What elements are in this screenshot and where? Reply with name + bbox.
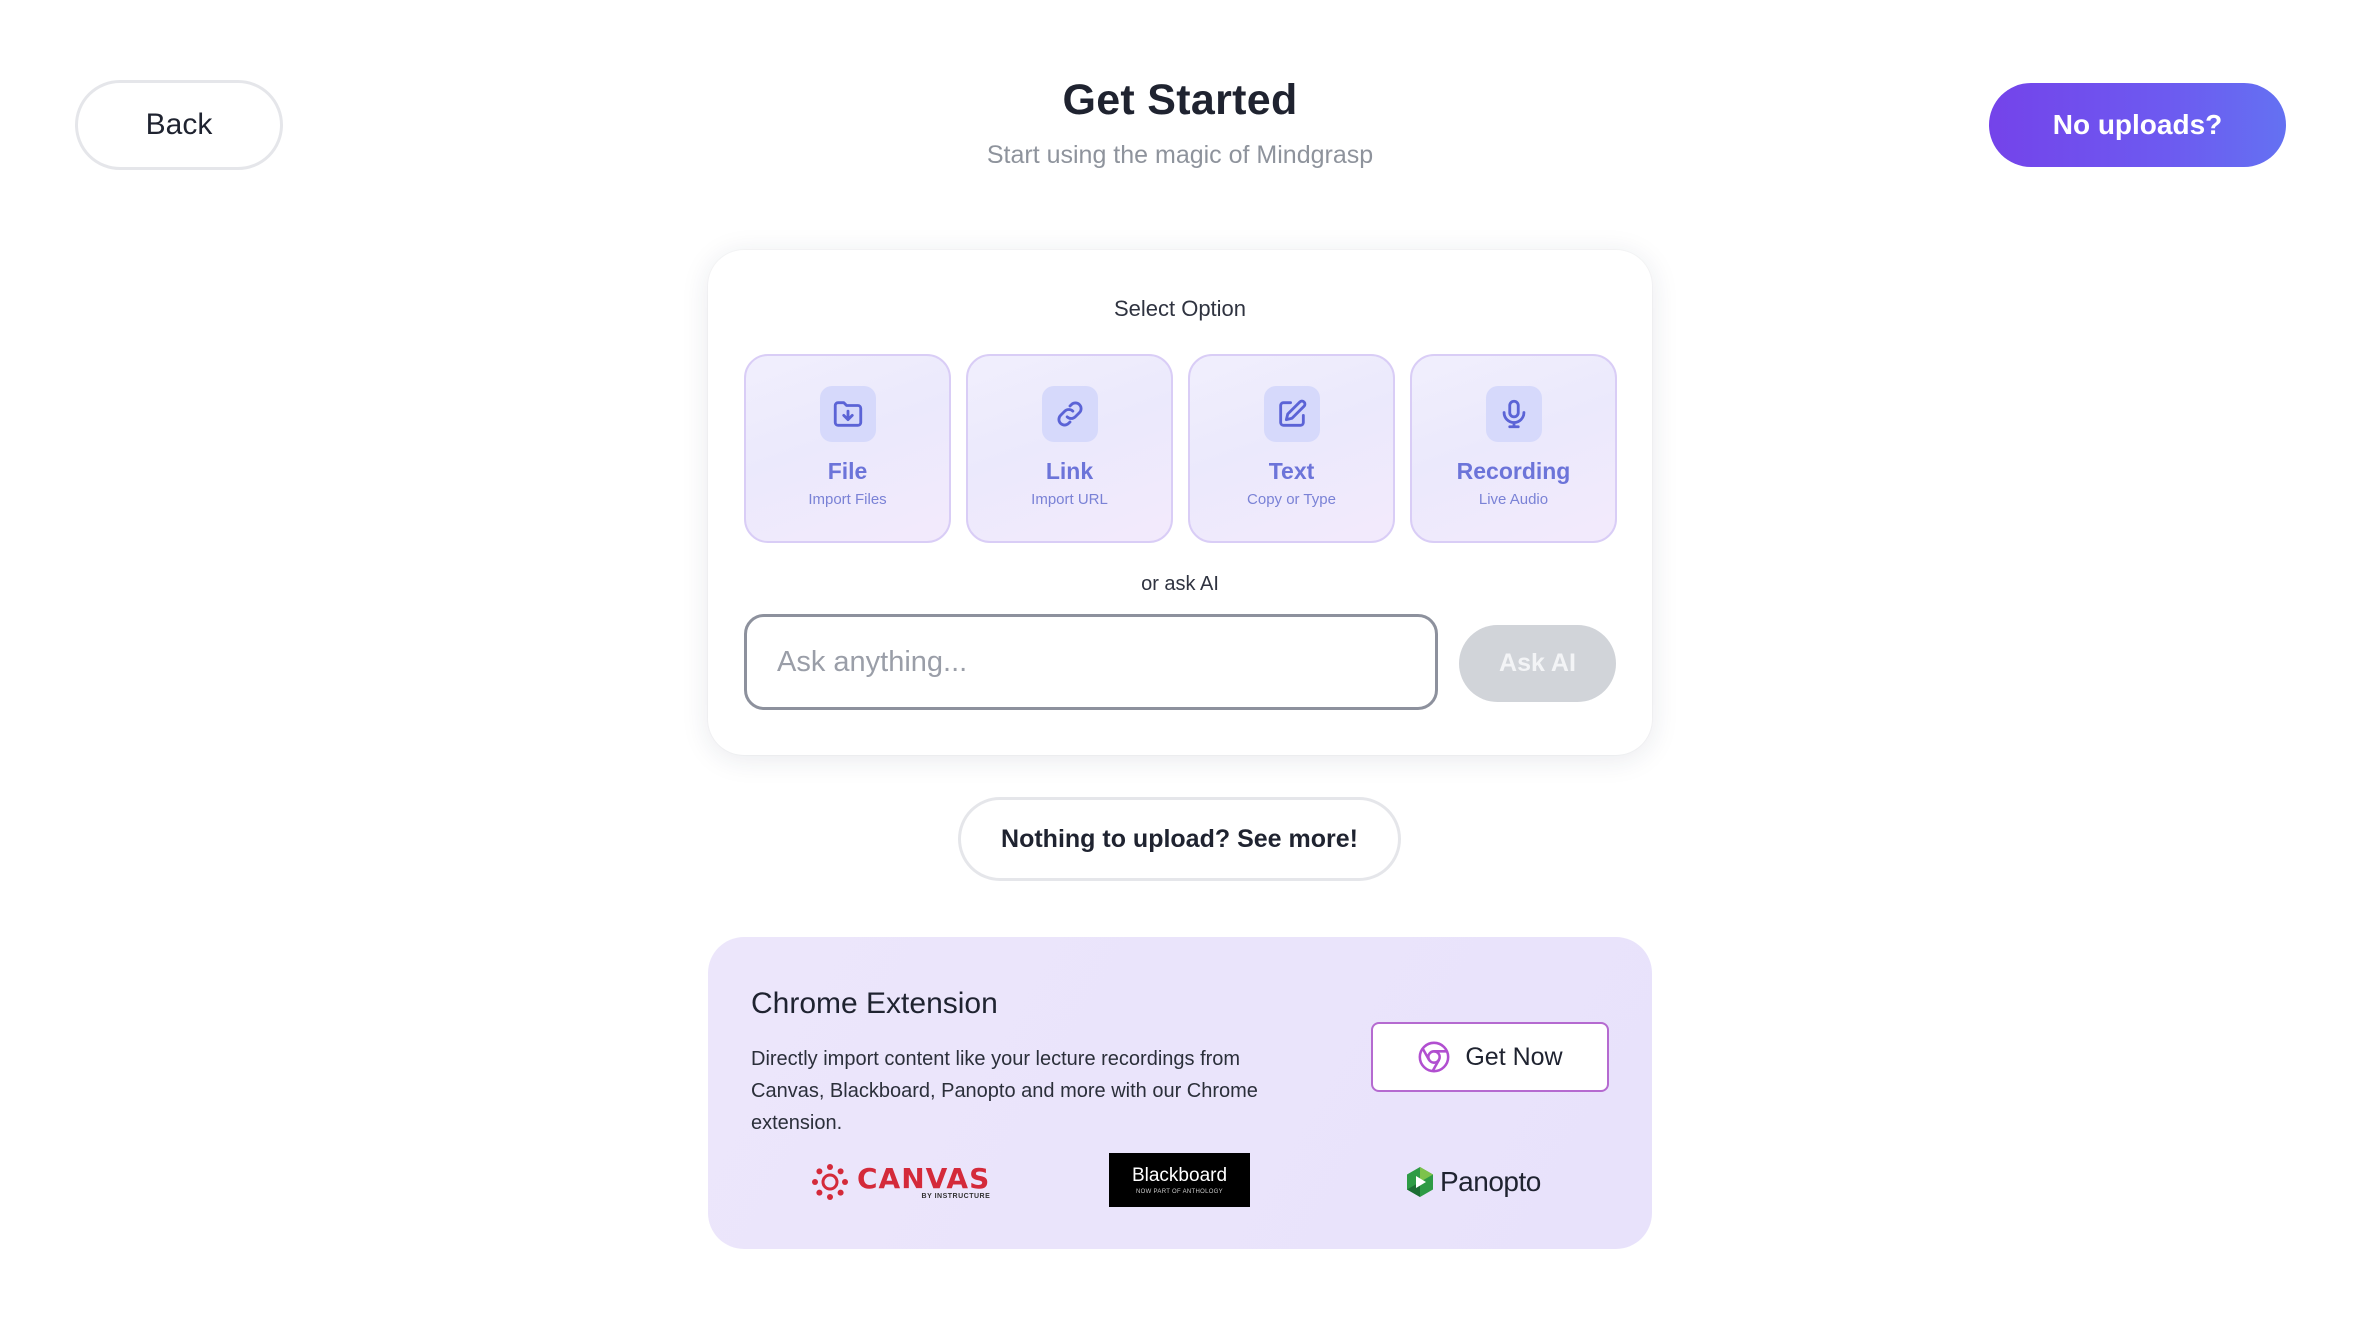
canvas-icon	[812, 1164, 848, 1200]
option-link-subtitle: Import URL	[1031, 491, 1108, 508]
option-file-title: File	[827, 458, 868, 484]
panopto-wordmark: Panopto	[1440, 1166, 1541, 1197]
option-recording-subtitle: Live Audio	[1478, 491, 1549, 508]
blackboard-wordmark: Blackboard	[1131, 1165, 1228, 1186]
canvas-wordmark: CANVAS	[857, 1161, 991, 1195]
link-icon	[1041, 386, 1098, 442]
panopto-logo: Panopto	[1404, 1153, 1541, 1211]
blackboard-tagline: NOW PART OF ANTHOLOGY	[1136, 1189, 1223, 1195]
folder-download-icon	[819, 386, 876, 442]
edit-icon	[1263, 386, 1320, 442]
ask-ai-button[interactable]: Ask AI	[1459, 625, 1616, 702]
option-text-title: Text	[1268, 458, 1315, 484]
option-file-subtitle: Import Files	[808, 491, 887, 508]
option-text[interactable]: Text Copy or Type	[1188, 354, 1395, 543]
chrome-icon	[1418, 1041, 1450, 1073]
ask-input[interactable]	[744, 614, 1438, 710]
option-link[interactable]: Link Import URL	[966, 354, 1173, 543]
get-now-button[interactable]: Get Now	[1371, 1022, 1609, 1092]
panopto-icon	[1407, 1167, 1433, 1197]
get-now-label: Get Now	[1465, 1042, 1563, 1071]
option-recording[interactable]: Recording Live Audio	[1410, 354, 1617, 543]
extension-title: Chrome Extension	[751, 987, 998, 1020]
canvas-logo: CANVAS BY INSTRUCTURE	[811, 1153, 990, 1211]
option-text-subtitle: Copy or Type	[1247, 491, 1336, 508]
microphone-icon	[1485, 386, 1542, 442]
option-link-title: Link	[1045, 458, 1094, 484]
select-option-label: Select Option	[1113, 296, 1247, 321]
upload-options-card: Select Option File Import Files Link Imp…	[708, 250, 1652, 755]
option-list: File Import Files Link Import URL Text C…	[744, 354, 1617, 543]
no-uploads-button[interactable]: No uploads?	[1989, 83, 2286, 167]
extension-description: Directly import content like your lectur…	[751, 1048, 1258, 1134]
chrome-extension-card: Chrome Extension Directly import content…	[708, 937, 1652, 1249]
option-recording-title: Recording	[1456, 458, 1571, 484]
ask-ai-label: or ask AI	[1141, 573, 1219, 595]
integration-logos: CANVAS BY INSTRUCTURE Blackboard NOW PAR…	[708, 1153, 1652, 1223]
see-more-button[interactable]: Nothing to upload? See more!	[958, 797, 1401, 881]
blackboard-logo: Blackboard NOW PART OF ANTHOLOGY	[1109, 1153, 1250, 1207]
option-file[interactable]: File Import Files	[744, 354, 951, 543]
